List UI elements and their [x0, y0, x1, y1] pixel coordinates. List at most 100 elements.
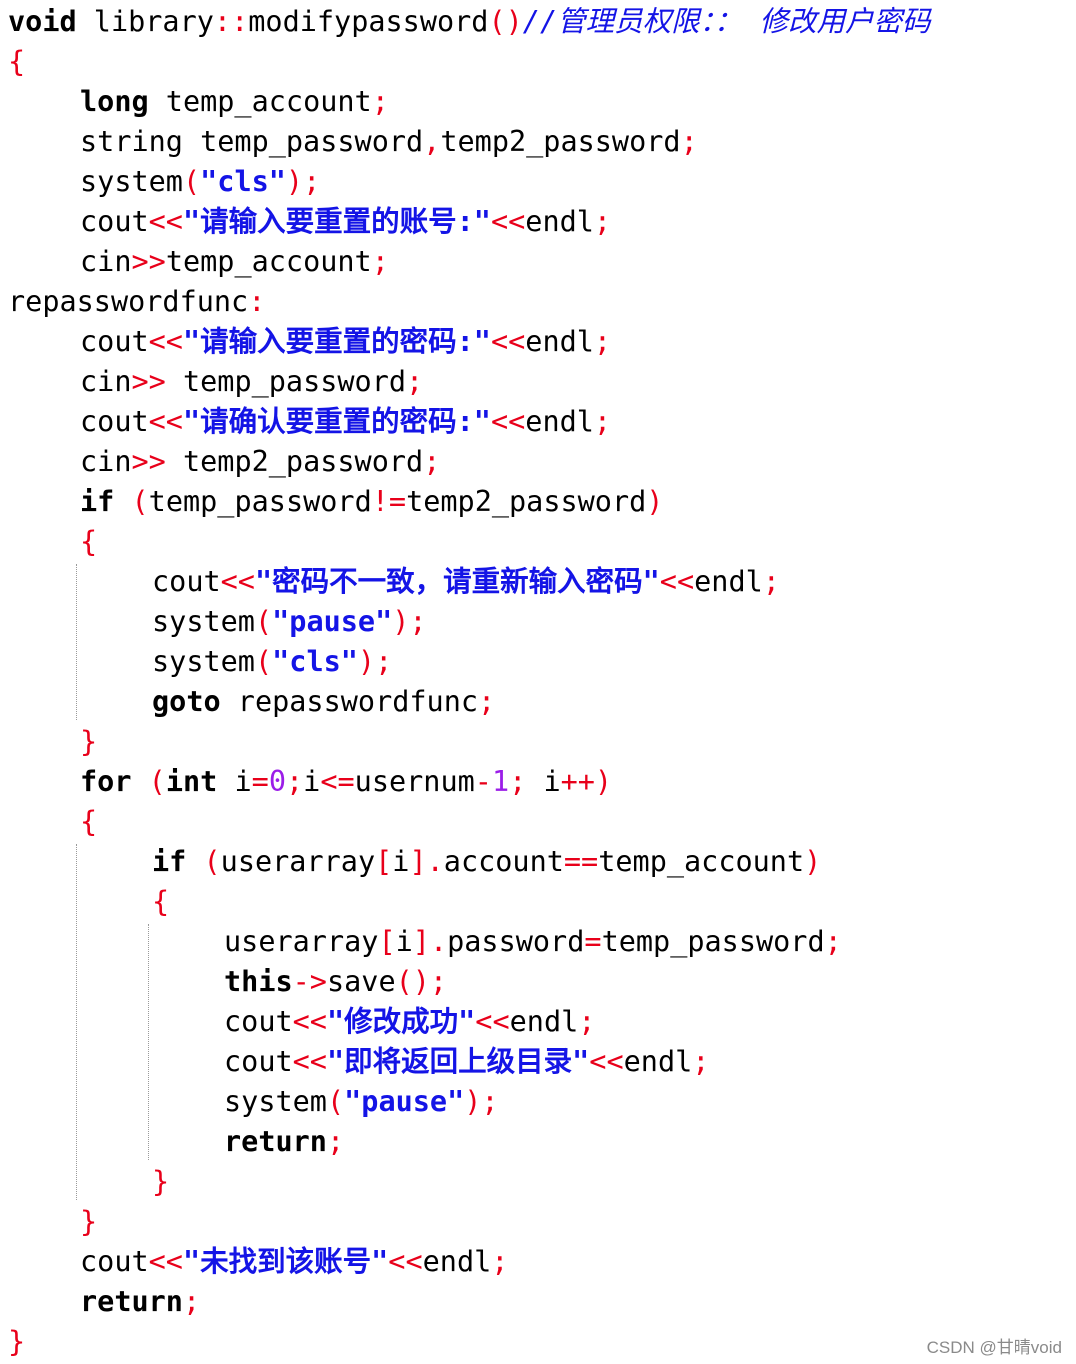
code-token-tx: cout — [80, 325, 149, 358]
indent-guide — [76, 564, 77, 720]
code-token-op: ++) — [560, 765, 613, 798]
code-token-op: , — [423, 125, 441, 158]
code-token-tx: temp_account — [598, 845, 805, 878]
code-token-tx: cin — [80, 365, 132, 398]
code-token-op: ( — [148, 765, 166, 798]
code-token-tx: system — [80, 165, 183, 198]
code-token-op: ); — [392, 605, 427, 638]
code-token-op: << — [292, 1005, 327, 1038]
code-token-op: (); — [395, 965, 448, 998]
code-token-op: ; — [491, 1245, 509, 1278]
code-token-op: [ — [378, 925, 396, 958]
code-token-op: } — [80, 725, 98, 758]
code-token-kw: goto — [152, 685, 221, 718]
code-token-op: ; — [593, 405, 612, 438]
code-token-tx: i — [217, 765, 252, 798]
code-token-kw: if — [152, 845, 187, 878]
code-token-tx: cin — [80, 245, 132, 278]
code-line: { — [152, 882, 169, 922]
code-token-tx: endl — [509, 1005, 579, 1038]
code-token-op: ) — [646, 485, 664, 518]
code-token-tx: userarray — [224, 925, 379, 958]
code-token-tx: endl — [422, 1245, 492, 1278]
code-token-tx: temp_password — [601, 925, 825, 958]
code-token-tx: repasswordfunc — [220, 685, 479, 718]
code-line: cout<<"请确认要重置的密码:"<<endl; — [80, 402, 611, 442]
code-line: return; — [224, 1122, 344, 1162]
code-token-tx — [114, 485, 131, 518]
code-token-tx: cout — [224, 1045, 293, 1078]
code-token-op: ) — [804, 845, 822, 878]
code-token-tx: i — [526, 765, 561, 798]
code-token-str: "cls" — [200, 165, 286, 198]
code-token-op: ; — [406, 365, 424, 398]
code-token-kw: this — [224, 965, 293, 998]
code-token-tx — [131, 765, 148, 798]
code-token-op: ; — [285, 765, 304, 798]
code-token-op: ; — [578, 1005, 596, 1038]
code-line: if (userarray[i].account==temp_account) — [152, 842, 821, 882]
code-token-tx: i — [395, 925, 413, 958]
code-token-op: ]. — [409, 845, 444, 878]
code-token-str: "未找到该账号" — [182, 1245, 389, 1278]
code-token-tx: temp_password — [148, 485, 372, 518]
code-token-op: ; — [326, 1125, 345, 1158]
code-token-tx: userarray — [220, 845, 376, 878]
code-token-tx: save — [326, 965, 396, 998]
code-line: cin>>temp_account; — [80, 242, 389, 282]
code-token-tx: system — [152, 645, 255, 678]
code-line: cout<<"密码不一致，请重新输入密码"<<endl; — [152, 562, 780, 602]
code-token-tx: endl — [525, 405, 594, 438]
code-token-op: ; — [423, 445, 441, 478]
code-token-op: ( — [131, 485, 149, 518]
code-line: { — [80, 522, 97, 562]
code-token-op: <= — [320, 765, 355, 798]
code-token-str: "请输入要重置的账号:" — [182, 205, 491, 238]
code-token-op: ; — [593, 205, 612, 238]
code-token-op: ; — [680, 125, 698, 158]
code-token-kw: for — [80, 765, 132, 798]
code-token-kw: if — [80, 485, 115, 518]
code-token-op: ; — [182, 1285, 201, 1318]
code-line: long temp_account; — [80, 82, 389, 122]
code-token-str: "密码不一致，请重新输入密码" — [254, 565, 660, 598]
code-token-tx: temp2_password — [440, 125, 681, 158]
code-line: { — [80, 802, 97, 842]
code-token-op: { — [152, 885, 170, 918]
code-token-tx: i — [392, 845, 410, 878]
code-token-tx: cout — [224, 1005, 293, 1038]
code-token-op: [ — [375, 845, 393, 878]
code-token-op: << — [148, 405, 183, 438]
code-token-op: ( — [254, 645, 273, 678]
code-line: userarray[i].password=temp_password; — [224, 922, 842, 962]
code-line: string temp_password,temp2_password; — [80, 122, 698, 162]
code-token-kw: int — [165, 765, 218, 798]
code-token-op: ; — [824, 925, 842, 958]
code-token-tx: modifypassword — [248, 5, 489, 38]
code-token-op: } — [80, 1205, 98, 1238]
code-token-tx: usernum — [354, 765, 475, 798]
code-token-tx: system — [224, 1085, 327, 1118]
code-editor[interactable]: void library::modifypassword()//管理员权限：： … — [0, 0, 1076, 1364]
code-token-op: ; — [762, 565, 780, 598]
code-token-op: ; — [371, 245, 389, 278]
code-line: cout<<"修改成功"<<endl; — [224, 1002, 595, 1042]
code-token-tx: account — [443, 845, 564, 878]
code-token-op: () — [488, 5, 523, 38]
code-token-op: ( — [182, 165, 201, 198]
code-token-op: :: — [213, 5, 249, 38]
code-line: } — [80, 1202, 97, 1242]
code-token-op: >> — [131, 365, 166, 398]
code-token-str: "请确认要重置的密码:" — [182, 405, 491, 438]
code-token-op: { — [8, 45, 26, 78]
code-line: return; — [80, 1282, 200, 1322]
code-token-tx: cin — [80, 445, 132, 478]
code-token-op: == — [563, 845, 599, 878]
watermark: CSDN @甘晴void — [926, 1338, 1062, 1357]
code-token-tx — [186, 845, 203, 878]
code-line: system("cls"); — [152, 642, 392, 682]
code-token-op: << — [490, 205, 526, 238]
code-token-tx: i — [303, 765, 321, 798]
code-token-op: ; — [593, 325, 612, 358]
code-token-tx: temp2_password — [165, 445, 424, 478]
